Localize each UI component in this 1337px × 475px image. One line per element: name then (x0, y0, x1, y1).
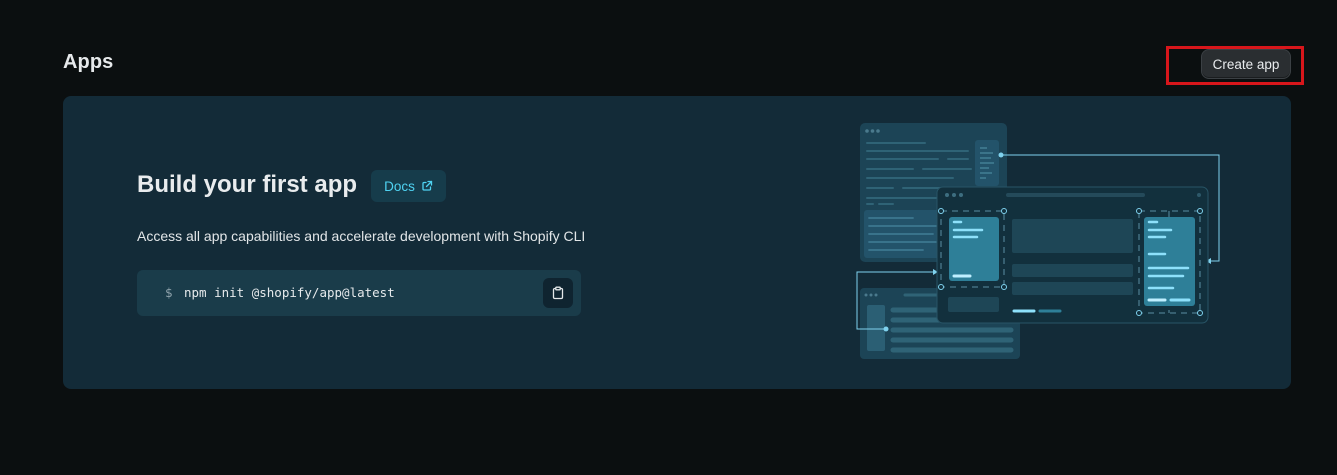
command-text[interactable]: npm init @shopify/app@latest (184, 285, 395, 300)
page-title: Apps (63, 51, 114, 73)
card-heading: Build your first app (137, 171, 358, 198)
command-prompt: $ (165, 285, 173, 300)
empty-state-card: Build your first app Docs Access all app… (63, 96, 1291, 389)
card-description: Access all app capabilities and accelera… (137, 228, 586, 244)
docs-button[interactable]: Docs (371, 170, 446, 202)
command-box: $ npm init @shopify/app@latest (137, 270, 581, 316)
docs-label: Docs (384, 178, 415, 194)
copy-command-button[interactable] (543, 278, 573, 308)
create-app-button[interactable]: Create app (1201, 49, 1291, 79)
app-illustration (853, 122, 1223, 372)
clipboard-icon (551, 286, 565, 300)
external-link-icon (421, 180, 433, 192)
